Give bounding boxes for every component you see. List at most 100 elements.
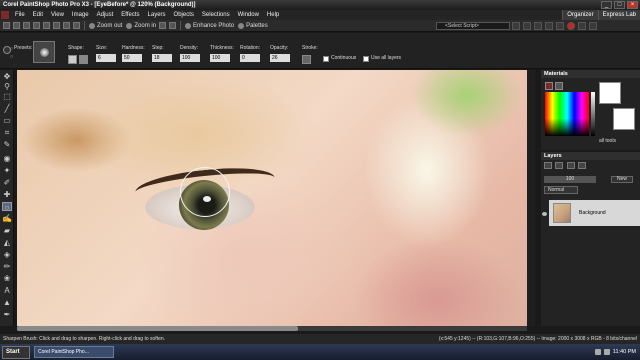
eraser-tool-icon[interactable]: ▰ [2, 226, 12, 235]
preset-picker[interactable] [33, 41, 55, 63]
shape-tool-icon[interactable]: ▲ [2, 298, 12, 307]
undo-icon[interactable] [43, 22, 50, 29]
selection-tool-icon[interactable]: ▭ [2, 116, 12, 125]
close-button[interactable]: × [627, 1, 638, 9]
thickness-input[interactable]: 100 [210, 54, 230, 62]
menu-view[interactable]: View [47, 12, 68, 18]
opacity-input[interactable]: 26 [270, 54, 290, 62]
paint-brush-icon[interactable]: ✍ [2, 214, 12, 223]
picture-tube-icon[interactable]: ❀ [2, 274, 12, 283]
menu-adjust[interactable]: Adjust [93, 12, 118, 18]
step-input[interactable]: 18 [152, 54, 172, 62]
background-color-swatch[interactable] [613, 108, 635, 130]
layer-row-background[interactable]: Background [549, 200, 640, 226]
stop-script-icon[interactable] [556, 22, 564, 30]
gradient-tool-icon[interactable]: ◈ [2, 250, 12, 259]
organizer-button[interactable]: Organizer [562, 10, 598, 20]
density-input[interactable]: 100 [180, 54, 200, 62]
new-icon[interactable] [3, 22, 10, 29]
menu-layers[interactable]: Layers [144, 12, 170, 18]
opacity-field: Opacity: 26 [270, 45, 290, 62]
visibility-eye-icon[interactable] [542, 212, 547, 216]
copy-icon[interactable] [63, 22, 70, 29]
menu-selections[interactable]: Selections [198, 12, 234, 18]
scroll-thumb[interactable] [17, 326, 298, 331]
crop-tool-icon[interactable]: ⌗ [2, 128, 12, 137]
rainbow-mode-swatch[interactable] [555, 82, 563, 90]
use-all-layers-checkbox[interactable] [363, 56, 369, 62]
layers-toolbar [544, 162, 588, 171]
presets-label: Presets: [14, 45, 33, 51]
clone-tool-icon[interactable]: ✐ [2, 178, 12, 187]
blend-mode-select[interactable]: Normal [544, 186, 578, 194]
save-script-icon[interactable] [589, 22, 597, 30]
delete-layer-icon[interactable] [578, 162, 587, 169]
open-icon[interactable] [13, 22, 20, 29]
script-icon[interactable] [534, 22, 542, 30]
maximize-button[interactable]: □ [614, 1, 625, 9]
run-script-icon[interactable] [512, 22, 520, 30]
continuous-checkbox[interactable] [323, 56, 329, 62]
save-icon[interactable] [23, 22, 30, 29]
size-input[interactable]: 6 [96, 54, 116, 62]
menu-file[interactable]: File [11, 12, 29, 18]
deform-tool-icon[interactable]: ⬚ [2, 92, 12, 101]
script-icon[interactable] [545, 22, 553, 30]
paste-icon[interactable] [73, 22, 80, 29]
scratch-remover-icon[interactable]: ✚ [2, 190, 12, 199]
text-tool-icon[interactable]: A [2, 286, 12, 295]
rotation-input[interactable]: 0 [240, 54, 260, 62]
gray-ramp[interactable] [591, 92, 595, 136]
new-layer-button[interactable]: New [611, 176, 633, 183]
hand-icon[interactable] [169, 22, 177, 29]
minimize-button[interactable]: _ [601, 1, 612, 9]
airbrush-tool-icon[interactable]: ✏ [2, 262, 12, 271]
network-icon[interactable] [594, 349, 601, 355]
size-field: Size: 6 [96, 45, 116, 62]
frame-mode-swatch[interactable] [545, 82, 553, 90]
image-canvas[interactable] [17, 70, 527, 326]
print-icon[interactable] [33, 22, 40, 29]
hardness-input[interactable]: 50 [122, 54, 142, 62]
menu-edit[interactable]: Edit [29, 12, 47, 18]
fill-tool-icon[interactable]: ◭ [2, 238, 12, 247]
menu-image[interactable]: Image [68, 12, 93, 18]
layer-opacity-slider[interactable]: 100 [544, 176, 596, 183]
menu-window[interactable]: Window [234, 12, 263, 18]
pause-icon[interactable] [578, 22, 586, 30]
square-shape-button[interactable] [79, 55, 88, 64]
palettes-menu[interactable]: Palettes [238, 22, 268, 29]
redo-icon[interactable] [53, 22, 60, 29]
taskbar-item-paintshop[interactable]: Corel PaintShop Pho... [34, 346, 114, 358]
script-select[interactable]: <Select Script> [436, 22, 510, 30]
express-lab-button[interactable]: Express Lab [597, 10, 640, 20]
horizontal-scrollbar[interactable] [17, 326, 527, 331]
straighten-tool-icon[interactable]: ╱ [2, 104, 12, 113]
zoom-out-button[interactable]: Zoom out [89, 22, 122, 29]
volume-icon[interactable] [603, 349, 610, 355]
record-icon[interactable] [567, 22, 575, 30]
dropper-tool-icon[interactable]: ✎ [2, 140, 12, 149]
edit-script-icon[interactable] [523, 22, 531, 30]
round-shape-button[interactable] [68, 55, 77, 64]
foreground-color-swatch[interactable] [599, 82, 621, 104]
sharpen-brush-tool-icon[interactable]: ○ [2, 202, 12, 212]
adjustment-layer-icon[interactable] [566, 162, 575, 169]
stroke-picker[interactable] [302, 55, 311, 64]
vertical-scrollbar[interactable] [527, 70, 535, 326]
menu-help[interactable]: Help [263, 12, 283, 18]
layer-mask-icon[interactable] [555, 162, 564, 169]
pen-tool-icon[interactable]: ✒ [2, 310, 12, 319]
menu-objects[interactable]: Objects [170, 12, 198, 18]
enhance-photo-menu[interactable]: Enhance Photo [185, 22, 234, 29]
start-button[interactable]: Start [2, 345, 30, 359]
pan-tool-icon[interactable]: ✥ [2, 72, 12, 81]
menu-effects[interactable]: Effects [117, 12, 143, 18]
color-spectrum[interactable] [545, 92, 589, 136]
fit-icon[interactable] [159, 22, 167, 29]
new-layer-icon[interactable] [544, 162, 552, 169]
zoom-tool-icon[interactable]: ⚲ [2, 82, 12, 91]
zoom-in-button[interactable]: Zoom in [126, 22, 156, 29]
makeover-tool-icon[interactable]: ✦ [2, 166, 12, 175]
red-eye-tool-icon[interactable]: ◉ [2, 154, 12, 163]
